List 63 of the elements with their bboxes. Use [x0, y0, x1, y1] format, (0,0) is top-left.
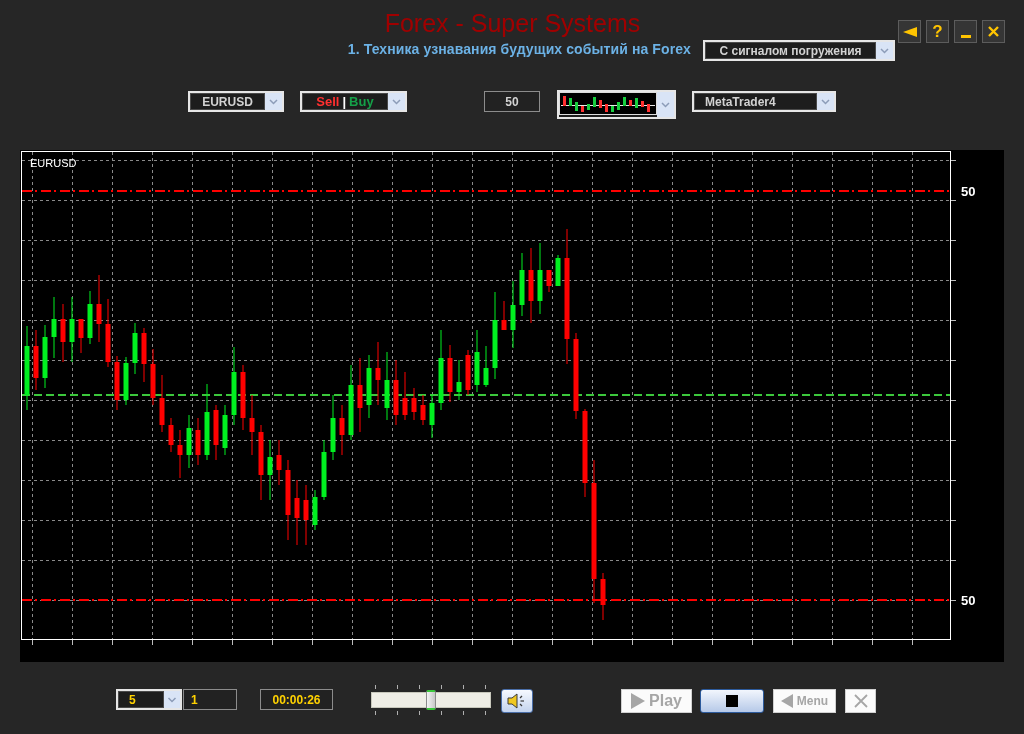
chevron-down-icon — [876, 42, 893, 59]
symbol-dropdown[interactable]: EURUSD — [188, 91, 284, 112]
period-field[interactable]: 50 — [484, 91, 540, 112]
rising-candle — [123, 357, 129, 405]
help-button[interactable]: ? — [926, 20, 949, 43]
slider-thumb[interactable] — [426, 690, 436, 710]
falling-candle — [465, 350, 471, 395]
close-icon — [853, 694, 868, 708]
rising-candle — [312, 490, 318, 530]
falling-candle — [447, 345, 453, 402]
sound-button[interactable] — [501, 689, 533, 713]
stop-icon — [726, 695, 738, 707]
app-title: Forex - Super Systems — [384, 9, 641, 38]
price-label: 50 — [961, 184, 976, 199]
platform-dropdown[interactable]: MetaTrader4 — [692, 91, 836, 112]
falling-candle — [60, 304, 66, 362]
falling-candle — [177, 430, 183, 478]
rising-candle — [555, 255, 561, 286]
falling-candle — [78, 319, 84, 353]
mode-dropdown[interactable]: С сигналом погружения — [703, 40, 895, 61]
rising-candle — [330, 395, 336, 460]
back-button[interactable] — [898, 20, 921, 43]
left-triangle-icon — [780, 694, 793, 708]
falling-candle — [393, 360, 399, 425]
timer-field: 00:00:26 — [260, 689, 333, 710]
falling-candle — [276, 440, 282, 485]
speed-slider[interactable] — [371, 685, 491, 715]
rising-candle — [474, 330, 480, 392]
minimize-icon — [960, 34, 971, 38]
play-icon — [631, 693, 646, 709]
chevron-down-icon — [657, 92, 674, 117]
rising-candle — [483, 346, 489, 387]
direction-dropdown[interactable]: Sell | Buy — [300, 91, 407, 112]
speed-dropdown[interactable]: 5 — [116, 689, 182, 710]
chevron-down-icon — [265, 93, 282, 110]
left-triangle-icon — [902, 26, 917, 37]
rising-candle — [537, 243, 543, 314]
rising-candle — [267, 440, 273, 500]
chevron-down-icon — [817, 93, 834, 110]
candlestick-chart-icon — [559, 92, 657, 115]
stop-button[interactable] — [700, 689, 764, 713]
close-icon — [988, 26, 999, 37]
chevron-down-icon — [164, 691, 180, 708]
close-button[interactable] — [982, 20, 1005, 43]
price-label: 50 — [961, 593, 976, 608]
rising-candle — [429, 395, 435, 438]
falling-candle — [420, 395, 426, 425]
minimize-button[interactable] — [954, 20, 977, 43]
chart-style-dropdown[interactable] — [557, 90, 676, 119]
chart-symbol-label: EURUSD — [30, 157, 77, 169]
rising-candle — [456, 360, 462, 400]
chevron-down-icon — [388, 93, 405, 110]
falling-candle — [249, 395, 255, 455]
rising-candle — [132, 323, 138, 374]
rising-candle — [51, 297, 57, 358]
rising-candle — [69, 297, 75, 362]
rising-candle — [321, 440, 327, 500]
falling-candle — [501, 301, 507, 330]
step-field[interactable]: 1 — [183, 689, 237, 710]
falling-candle — [546, 270, 552, 292]
falling-candle — [294, 480, 300, 545]
rising-candle — [510, 281, 516, 348]
subtitle: 1. Техника узнавания будущих событий на Forex — [347, 40, 691, 57]
